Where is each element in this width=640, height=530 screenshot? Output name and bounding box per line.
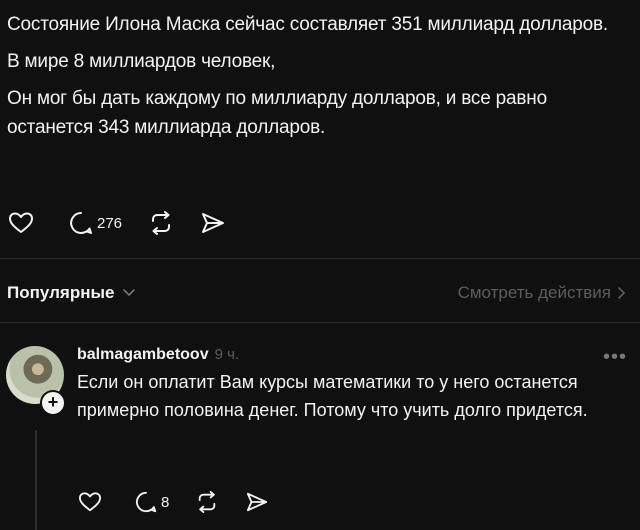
post-paragraph-2: В мире 8 миллиардов человек, [7,51,276,72]
reply-username[interactable]: balmagambetoov [77,346,209,364]
chevron-right-icon [618,287,626,299]
comment-button[interactable]: 276 [68,210,122,236]
plus-icon[interactable]: + [40,390,66,416]
replies-header: Популярные Смотреть действия [7,280,627,306]
repost-button[interactable] [148,211,174,235]
like-button[interactable] [78,491,102,513]
post-actions: 276 [8,210,252,236]
sort-dropdown[interactable]: Популярные [7,283,136,303]
heart-outline-icon [78,492,101,512]
reply-header: balmagambetoov 9 ч. [77,346,627,364]
reply-item: balmagambetoov 9 ч. ••• Если он оплатит … [77,346,627,424]
comment-count: 276 [97,214,123,232]
view-activity-link[interactable]: Смотреть действия [458,283,627,303]
comment-bubble-icon [70,212,92,234]
reply-text: Если он оплатит Вам курсы математики то … [77,372,588,420]
share-button[interactable] [245,491,269,513]
post-paragraph-1: Состояние Илона Маска сейчас составляет … [7,14,608,35]
chevron-down-icon [123,289,136,297]
repost-button[interactable] [195,491,219,513]
repost-arrows-icon [152,211,171,235]
thread-line [35,430,37,530]
send-icon [247,492,268,512]
comment-button[interactable]: 8 [134,490,169,514]
repost-arrows-icon [199,491,216,513]
post-paragraph-3: Он мог бы дать каждому по миллиарду долл… [7,88,547,138]
send-icon [202,213,225,233]
reply-actions: 8 [78,490,295,514]
comment-bubble-icon [135,491,157,513]
divider [0,258,640,259]
more-dots-icon[interactable]: ••• [603,346,627,369]
heart-outline-icon [9,212,33,233]
share-button[interactable] [200,211,226,235]
comment-count: 8 [161,493,170,511]
view-activity-label: Смотреть действия [457,283,611,302]
divider [0,322,640,323]
like-button[interactable] [8,211,34,235]
sort-label: Популярные [7,283,115,302]
reply-timestamp: 9 ч. [214,346,240,363]
post-body: Состояние Илона Маска сейчас составляет … [7,10,627,150]
